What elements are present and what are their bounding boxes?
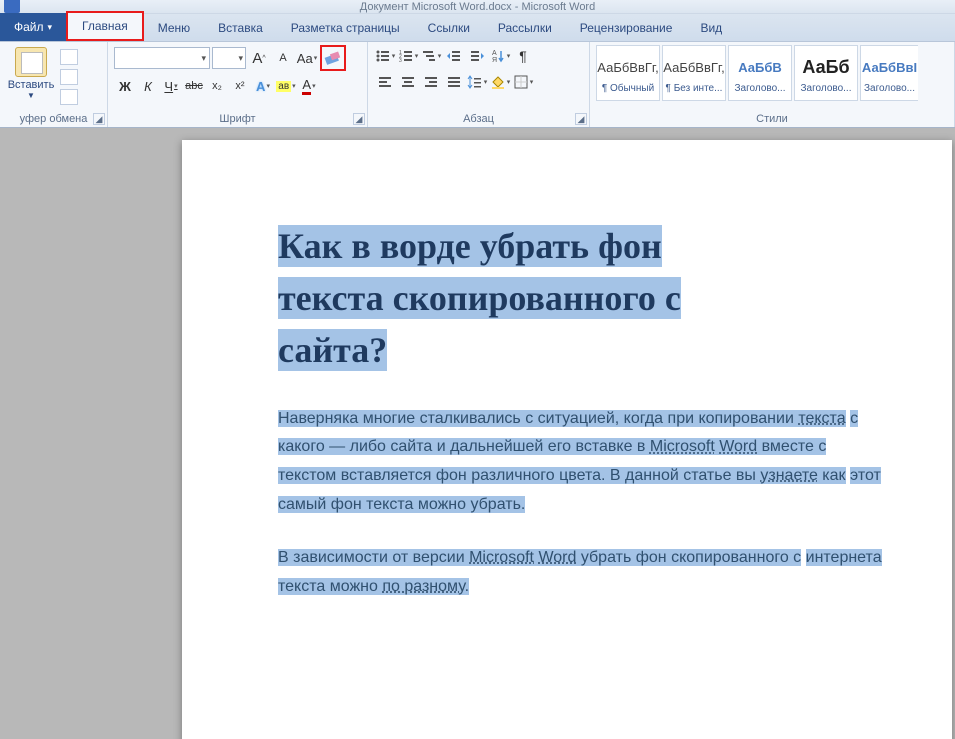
font-launcher-icon[interactable]: ◢ xyxy=(353,113,365,125)
superscript-button[interactable]: x² xyxy=(229,75,251,97)
group-label-styles: Стили xyxy=(596,113,948,127)
clipboard-launcher-icon[interactable]: ◢ xyxy=(93,113,105,125)
group-clipboard: Вставить ▼ уфер обмена ◢ xyxy=(0,42,108,127)
text-effects-button[interactable]: A xyxy=(252,75,274,97)
font-color-button[interactable]: A xyxy=(298,75,320,97)
tab-review[interactable]: Рецензирование xyxy=(566,15,687,41)
underline-button[interactable]: Ч xyxy=(160,75,182,97)
tab-view[interactable]: Вид xyxy=(686,15,736,41)
italic-button[interactable]: К xyxy=(137,75,159,97)
subscript-button[interactable]: x₂ xyxy=(206,75,228,97)
group-label-clipboard: уфер обмена xyxy=(6,113,101,127)
indent-button[interactable] xyxy=(466,45,488,67)
borders-button[interactable] xyxy=(512,71,534,93)
multilevel-button[interactable] xyxy=(420,45,442,67)
copy-button[interactable] xyxy=(60,69,78,85)
style-heading1[interactable]: АаБбВ Заголово... xyxy=(728,45,792,101)
grow-font-button[interactable]: A^ xyxy=(248,47,270,69)
numbering-icon: 123 xyxy=(398,48,414,64)
group-styles: АаБбВвГг, ¶ Обычный АаБбВвГг, ¶ Без инте… xyxy=(590,42,955,127)
group-label-paragraph: Абзац xyxy=(374,113,583,127)
style-heading2[interactable]: АаБб Заголово... xyxy=(794,45,858,101)
numbering-button[interactable]: 123 xyxy=(397,45,419,67)
ribbon: Вставить ▼ уфер обмена ◢ A^ A Aa xyxy=(0,42,955,128)
doc-heading: Как в ворде убрать фон текста скопирован… xyxy=(278,220,952,377)
tab-references[interactable]: Ссылки xyxy=(414,15,484,41)
align-center-icon xyxy=(400,74,416,90)
paste-button[interactable]: Вставить ▼ xyxy=(6,45,56,102)
justify-button[interactable] xyxy=(443,71,465,93)
paragraph-launcher-icon[interactable]: ◢ xyxy=(575,113,587,125)
justify-icon xyxy=(446,74,462,90)
align-right-button[interactable] xyxy=(420,71,442,93)
font-size-combo[interactable] xyxy=(212,47,246,69)
qat-icon[interactable] xyxy=(4,0,20,13)
align-left-icon xyxy=(377,74,393,90)
change-case-button[interactable]: Aa xyxy=(296,47,318,69)
indent-icon xyxy=(469,48,485,64)
tab-menu[interactable]: Меню xyxy=(144,15,204,41)
clear-formatting-button[interactable] xyxy=(320,45,346,71)
align-right-icon xyxy=(423,74,439,90)
eraser-icon xyxy=(323,48,343,68)
line-spacing-button[interactable] xyxy=(466,71,488,93)
paint-bucket-icon xyxy=(490,74,506,90)
cut-button[interactable] xyxy=(60,49,78,65)
tab-insert[interactable]: Вставка xyxy=(204,15,277,41)
style-normal[interactable]: АаБбВвГг, ¶ Обычный xyxy=(596,45,660,101)
font-name-combo[interactable] xyxy=(114,47,210,69)
ribbon-tabs: Файл Главная Меню Вставка Разметка стран… xyxy=(0,14,955,42)
format-painter-button[interactable] xyxy=(60,89,78,105)
paste-label: Вставить xyxy=(8,79,55,91)
outdent-icon xyxy=(446,48,462,64)
multilevel-icon xyxy=(421,48,437,64)
show-marks-button[interactable]: ¶ xyxy=(512,45,534,67)
tab-file[interactable]: Файл xyxy=(0,13,66,41)
tab-mailings[interactable]: Рассылки xyxy=(484,15,566,41)
sort-icon: AЯ xyxy=(490,48,506,64)
window-title: Документ Microsoft Word.docx - Microsoft… xyxy=(360,1,595,13)
svg-text:A: A xyxy=(492,50,497,57)
quick-access-toolbar xyxy=(4,0,22,13)
group-paragraph: 123 AЯ ¶ Абзац ◢ xyxy=(368,42,590,127)
highlight-button[interactable]: aʙ xyxy=(275,75,297,97)
bullets-button[interactable] xyxy=(374,45,396,67)
page[interactable]: Как в ворде убрать фон текста скопирован… xyxy=(182,140,952,739)
group-label-font: Шрифт xyxy=(114,113,361,127)
paste-icon xyxy=(15,47,47,77)
outdent-button[interactable] xyxy=(443,45,465,67)
tab-home[interactable]: Главная xyxy=(66,11,144,41)
tab-page-layout[interactable]: Разметка страницы xyxy=(277,15,414,41)
align-left-button[interactable] xyxy=(374,71,396,93)
line-spacing-icon xyxy=(467,74,483,90)
svg-text:Я: Я xyxy=(492,57,497,64)
doc-paragraph-2: В зависимости от версии Microsoft Word у… xyxy=(278,544,888,602)
pilcrow-icon: ¶ xyxy=(519,48,527,64)
style-no-spacing[interactable]: АаБбВвГг, ¶ Без инте... xyxy=(662,45,726,101)
borders-icon xyxy=(513,74,529,90)
style-heading3[interactable]: АаБбВвІ Заголово... xyxy=(860,45,918,101)
document-area: Как в ворде убрать фон текста скопирован… xyxy=(0,128,955,739)
shading-button[interactable] xyxy=(489,71,511,93)
group-font: A^ A Aa Ж К Ч abc x₂ x² A aʙ A xyxy=(108,42,368,127)
align-center-button[interactable] xyxy=(397,71,419,93)
paste-dropdown-icon: ▼ xyxy=(27,91,35,100)
bold-button[interactable]: Ж xyxy=(114,75,136,97)
bullets-icon xyxy=(375,48,391,64)
svg-text:3: 3 xyxy=(399,58,402,64)
doc-paragraph-1: Наверняка многие сталкивались с ситуацие… xyxy=(278,405,888,520)
strike-button[interactable]: abc xyxy=(183,75,205,97)
shrink-font-button[interactable]: A xyxy=(272,47,294,69)
sort-button[interactable]: AЯ xyxy=(489,45,511,67)
